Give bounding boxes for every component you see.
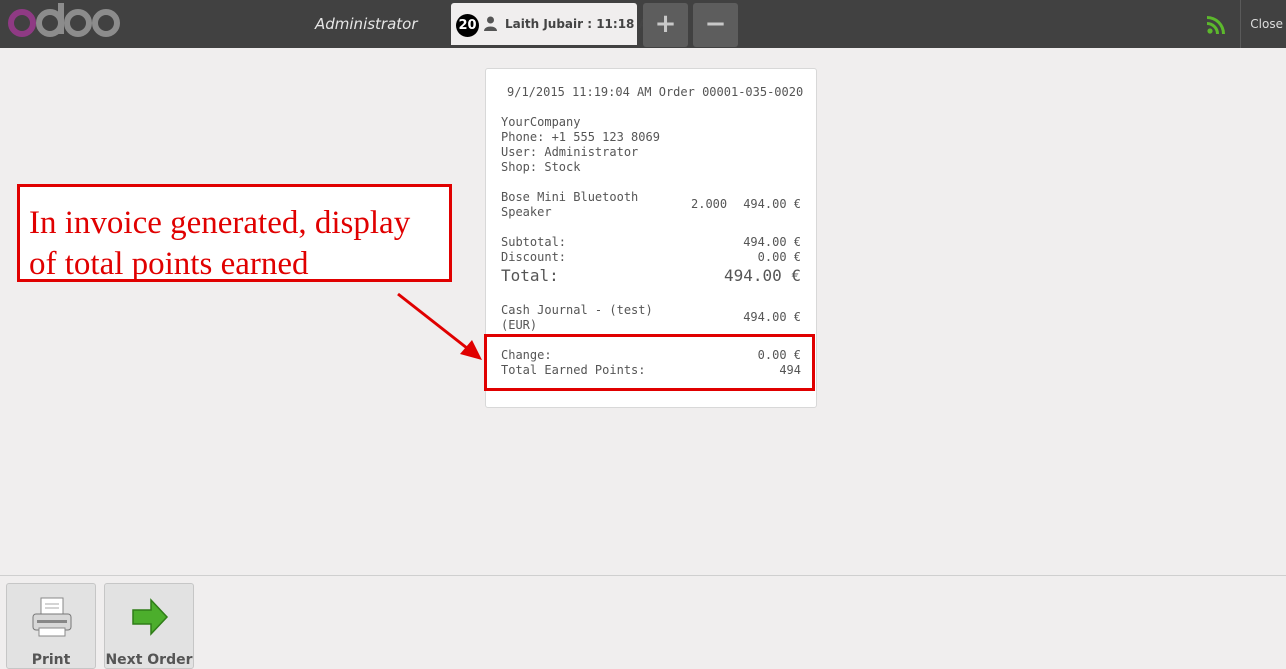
receipt-discount-value: 0.00 € — [757, 250, 801, 264]
receipt-product-price: 494.00 € — [743, 197, 801, 211]
receipt-total-value: 494.00 € — [723, 266, 801, 285]
receipt-phone: Phone: +1 555 123 8069 — [501, 130, 660, 144]
printer-icon — [32, 597, 72, 637]
order-tab-label: Laith Jubair : 11:18 AM — [505, 17, 660, 31]
receipt-actions-bar: Print Next Order — [0, 575, 1286, 669]
receipt-product-qty: 2.000 — [691, 197, 728, 211]
receipt-payment-method: Cash Journal - (test) — [501, 303, 653, 317]
receipt-payment-value: 494.00 € — [743, 310, 801, 324]
add-order-button[interactable]: + — [643, 3, 688, 47]
receipt-product-name-cont: Speaker — [501, 205, 552, 219]
user-icon — [484, 16, 497, 31]
receipt-header-line: 9/1/2015 11:19:04 AM Order 00001-035-002… — [507, 85, 804, 99]
username: Administrator — [315, 15, 418, 33]
annotation-line-2: of total points earned — [29, 246, 309, 282]
odoo-logo — [8, 3, 120, 37]
connection-status-icon[interactable] — [1207, 16, 1225, 34]
annotation-line-1: In invoice generated, display — [29, 205, 411, 241]
order-tab-selected[interactable]: 20 Laith Jubair : 11:18 AM — [451, 3, 660, 45]
annotation-arrow-icon — [397, 292, 482, 360]
arrow-right-icon — [132, 598, 169, 636]
order-sequence-badge: 20 — [456, 14, 479, 37]
receipt-discount-label: Discount: — [501, 250, 567, 264]
receipt-subtotal-label: Subtotal: — [501, 235, 567, 249]
print-button[interactable]: Print — [6, 583, 96, 669]
points-highlight-box — [484, 334, 815, 391]
receipt-user: User: Administrator — [501, 145, 639, 159]
remove-order-button[interactable]: − — [693, 3, 738, 47]
annotation-callout: In invoice generated, display of total p… — [17, 184, 452, 282]
receipt-company: YourCompany — [501, 115, 581, 129]
close-button[interactable]: Close — [1240, 0, 1286, 48]
receipt-product-name: Bose Mini Bluetooth — [501, 190, 639, 204]
receipt-total-label: Total: — [501, 266, 559, 285]
receipt-subtotal-value: 494.00 € — [743, 235, 801, 249]
pos-topbar: Administrator 20 Laith Jubair : 11:18 AM… — [0, 0, 1286, 48]
next-order-button[interactable]: Next Order — [104, 583, 194, 669]
receipt-payment-currency: (EUR) — [501, 318, 538, 332]
receipt-shop: Shop: Stock — [501, 160, 581, 174]
